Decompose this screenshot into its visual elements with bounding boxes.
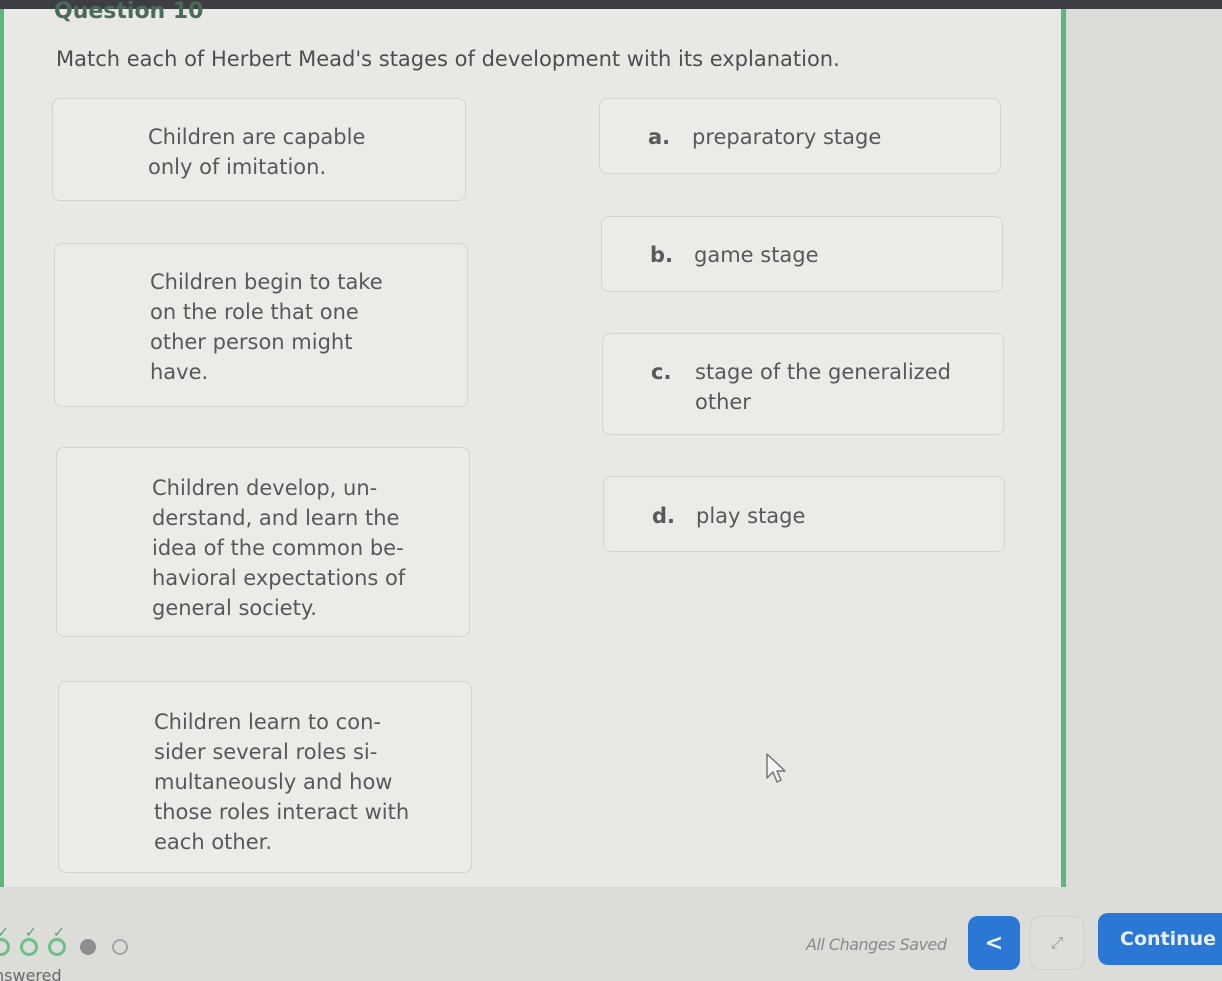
explanation-card[interactable]: Children are capable only of imitation. (52, 98, 466, 201)
check-icon: ✓ (25, 925, 37, 941)
option-letter: b. (650, 243, 674, 267)
question-panel: Question 10 Match each of Herbert Mead's… (0, 0, 1066, 887)
progress-dot-completed[interactable]: ✓ (48, 925, 66, 956)
option-letter: a. (648, 125, 671, 149)
explanation-card[interactable]: Children develop, un- derstand, and lear… (56, 447, 470, 637)
answered-label: nswered (0, 966, 62, 981)
option-card-a[interactable]: a. preparatory stage (599, 98, 1001, 174)
check-icon: ✓ (0, 925, 9, 941)
progress-dot-unanswered[interactable] (112, 939, 128, 955)
progress-dot-completed[interactable]: ✓ (20, 925, 38, 956)
explanation-text: Children begin to take on the role that … (150, 270, 383, 384)
expand-icon: ⤢ (1050, 933, 1064, 952)
explanation-text: Children develop, un- derstand, and lear… (152, 476, 406, 620)
expand-button[interactable]: ⤢ (1030, 916, 1084, 970)
explanation-text: Children are capable only of imitation. (148, 125, 366, 179)
progress-dot-completed[interactable]: ✓ (0, 925, 10, 956)
option-letter: d. (652, 504, 676, 528)
option-text: game stage (694, 243, 819, 267)
explanation-text: Children learn to con- sider several rol… (154, 710, 410, 854)
option-card-b[interactable]: b. game stage (601, 216, 1003, 292)
check-icon: ✓ (53, 925, 65, 941)
back-button[interactable]: < (968, 916, 1020, 970)
question-number: Question 10 (54, 0, 204, 24)
progress-dot-current[interactable] (80, 939, 96, 955)
option-text: preparatory stage (692, 125, 882, 149)
option-card-c[interactable]: c. stage of the generalized other (602, 333, 1004, 435)
mouse-cursor-icon (765, 752, 791, 790)
chevron-left-icon: < (984, 930, 1004, 956)
question-progress: ✓ ✓ ✓ (0, 925, 128, 956)
option-text: stage of the generalized other (695, 360, 951, 414)
right-gutter (1066, 9, 1222, 887)
save-status: All Changes Saved (806, 935, 947, 954)
option-card-d[interactable]: d. play stage (603, 476, 1005, 552)
option-letter: c. (651, 360, 672, 384)
continue-button[interactable]: Continue (1098, 913, 1222, 965)
question-prompt: Match each of Herbert Mead's stages of d… (56, 47, 840, 71)
continue-label: Continue (1120, 928, 1217, 950)
explanation-card[interactable]: Children learn to con- sider several rol… (58, 681, 472, 873)
option-text: play stage (696, 504, 806, 528)
explanation-card[interactable]: Children begin to take on the role that … (54, 243, 468, 407)
